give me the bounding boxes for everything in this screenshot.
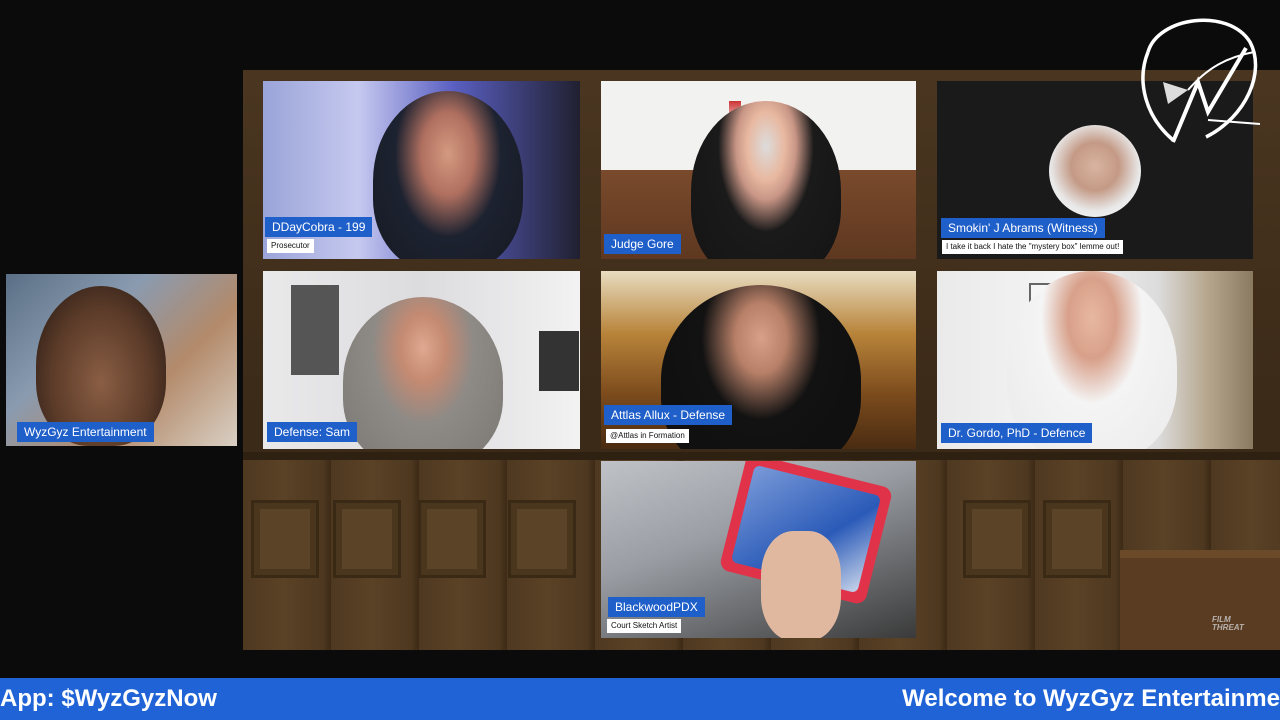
name-tag: Defense: Sam: [267, 422, 358, 442]
role-tag: Court Sketch Artist: [607, 619, 682, 633]
news-ticker: App: $WyzGyzNow Welcome to WyzGyz Entert…: [0, 678, 1280, 720]
wood-panel: [963, 500, 1031, 578]
watermark-line: THREAT: [1212, 623, 1244, 632]
participant-hand: [761, 531, 841, 638]
role-tag: I take it back I hate the "mystery box" …: [942, 240, 1124, 254]
video-tile-blackwood[interactable]: BlackwoodPDX Court Sketch Artist: [601, 461, 916, 638]
wall-poster: [539, 331, 579, 391]
ticker-right-text: Welcome to WyzGyz Entertainme: [902, 685, 1280, 712]
wood-panel: [418, 500, 486, 578]
name-tag: BlackwoodPDX: [608, 597, 705, 617]
jury-box: [1120, 550, 1280, 650]
wood-panel: [1043, 500, 1111, 578]
role-tag: Prosecutor: [267, 239, 314, 253]
participant-video: [373, 91, 523, 259]
watermark-logo: FILM THREAT: [1212, 616, 1244, 632]
video-tile-ddaycobra[interactable]: DDayCobra - 199 Prosecutor: [263, 81, 580, 259]
brand-logo: [1141, 18, 1261, 143]
video-tile-wyzgyz[interactable]: WyzGyz Entertainment: [6, 274, 237, 446]
wood-panel: [251, 500, 319, 578]
name-tag: DDayCobra - 199: [265, 217, 373, 237]
name-tag: Attlas Allux - Defense: [604, 405, 733, 425]
name-tag: Judge Gore: [604, 234, 681, 254]
name-tag: WyzGyz Entertainment: [17, 422, 154, 442]
wood-panel: [508, 500, 576, 578]
video-tile-attlas[interactable]: Attlas Allux - Defense @Attlas in Format…: [601, 271, 916, 449]
video-tile-judge[interactable]: Judge Gore: [601, 81, 916, 259]
role-tag: @Attlas in Formation: [606, 429, 689, 443]
ticker-left-text: App: $WyzGyzNow: [0, 685, 217, 712]
wood-panel: [333, 500, 401, 578]
video-tile-sam[interactable]: Defense: Sam: [263, 271, 580, 449]
name-tag: Smokin' J Abrams (Witness): [941, 218, 1105, 238]
video-tile-gordo[interactable]: Dr. Gordo, PhD - Defence: [937, 271, 1253, 449]
wall-item: [291, 285, 339, 375]
name-tag: Dr. Gordo, PhD - Defence: [941, 423, 1093, 443]
